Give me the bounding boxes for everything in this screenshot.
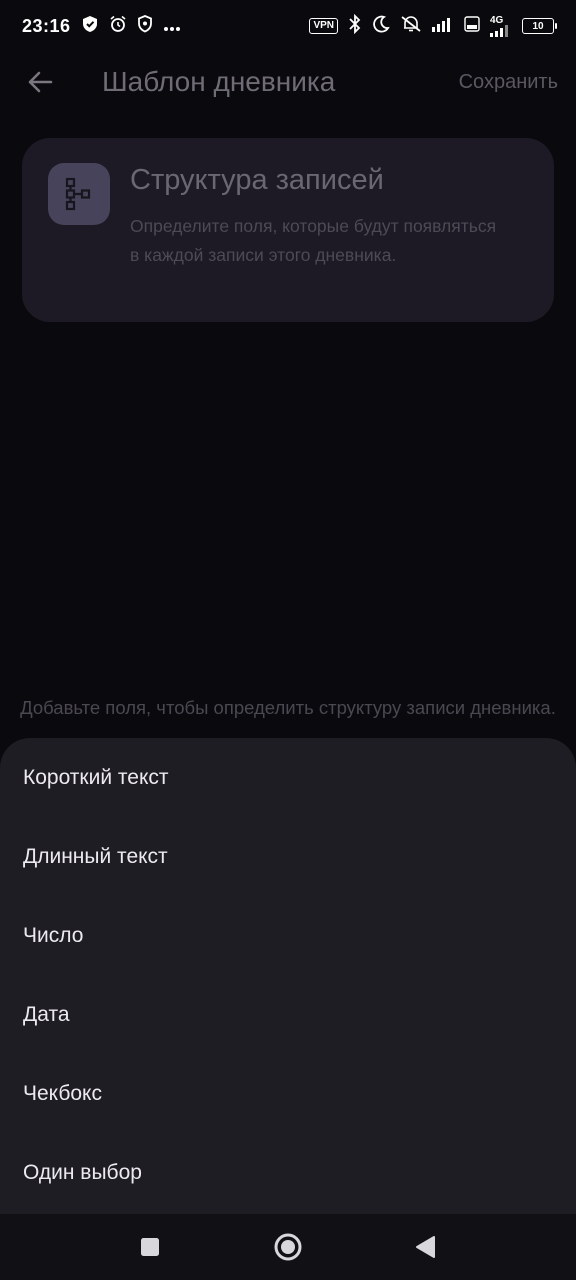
back-button[interactable] bbox=[16, 58, 64, 106]
card-title: Структура записей bbox=[130, 164, 384, 196]
privacy-icon bbox=[137, 14, 153, 38]
signal-4g-icon: 4G bbox=[490, 14, 512, 37]
status-bar: 23:16 VPN 4G 10 bbox=[0, 0, 576, 52]
page-title: Шаблон дневника bbox=[102, 66, 336, 97]
recents-square-icon bbox=[141, 1238, 159, 1256]
empty-fields-hint: Добавьте поля, чтобы определить структур… bbox=[20, 697, 556, 718]
save-button[interactable]: Сохранить bbox=[459, 71, 558, 94]
field-type-single-choice[interactable]: Один выбор bbox=[0, 1133, 576, 1212]
structure-info-card: Структура записей Определите поля, котор… bbox=[22, 138, 554, 322]
volte-icon bbox=[464, 15, 480, 37]
battery-icon: 10 bbox=[522, 18, 557, 34]
moon-icon bbox=[372, 15, 390, 38]
home-circle-icon bbox=[274, 1233, 302, 1261]
alarm-icon bbox=[109, 15, 127, 38]
structure-icon-tile bbox=[48, 163, 110, 225]
field-type-short-text[interactable]: Короткий текст bbox=[0, 738, 576, 817]
bluetooth-icon bbox=[348, 13, 362, 39]
field-type-date[interactable]: Дата bbox=[0, 975, 576, 1054]
battery-level: 10 bbox=[532, 20, 544, 32]
structure-icon bbox=[65, 177, 91, 211]
network-type-label: 4G bbox=[490, 14, 504, 26]
status-bar-left: 23:16 bbox=[22, 14, 181, 38]
recents-button[interactable] bbox=[130, 1227, 170, 1267]
signal-icon bbox=[432, 16, 454, 37]
back-arrow-icon bbox=[28, 71, 53, 93]
field-type-long-text[interactable]: Длинный текст bbox=[0, 817, 576, 896]
status-bar-right: VPN 4G 10 bbox=[309, 13, 557, 39]
field-type-sheet: Короткий текст Длинный текст Число Дата … bbox=[0, 738, 576, 1214]
field-type-checkbox[interactable]: Чекбокс bbox=[0, 1054, 576, 1133]
more-dots-icon bbox=[163, 16, 181, 37]
home-button[interactable] bbox=[268, 1227, 308, 1267]
vpn-badge: VPN bbox=[309, 18, 338, 34]
field-type-number[interactable]: Число bbox=[0, 896, 576, 975]
top-app-bar: Шаблон дневника Сохранить bbox=[0, 52, 576, 112]
shield-icon bbox=[81, 15, 99, 38]
system-nav-bar bbox=[0, 1214, 576, 1280]
system-back-button[interactable] bbox=[406, 1227, 446, 1267]
back-triangle-icon bbox=[416, 1236, 435, 1258]
card-description: Определите поля, которые будут появлятьс… bbox=[130, 216, 497, 265]
silent-icon bbox=[400, 15, 422, 38]
status-time: 23:16 bbox=[22, 15, 71, 36]
